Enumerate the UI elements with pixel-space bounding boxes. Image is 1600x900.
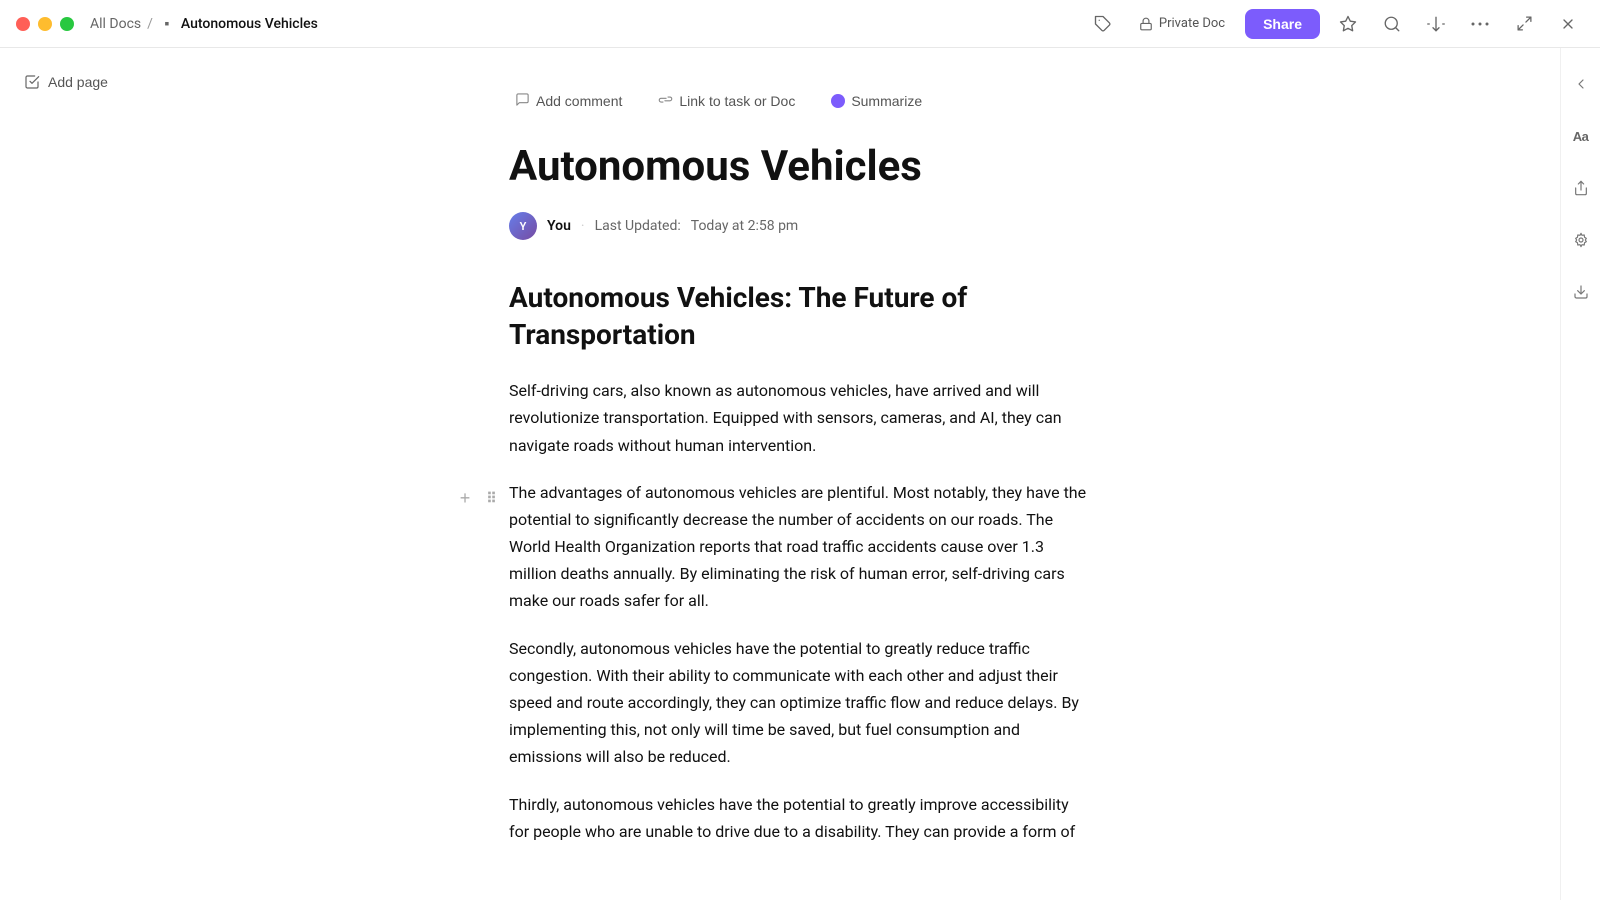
breadcrumb-current-doc: ▪ Autonomous Vehicles [159,16,318,32]
comment-icon [515,92,530,110]
link-icon [658,92,673,110]
avatar: Y [509,212,537,240]
font-size-button[interactable]: Aa [1565,120,1597,152]
meta-separator: · [581,218,585,234]
last-updated-prefix: Last Updated: [595,218,681,234]
doc-icon: ▪ [159,16,175,32]
add-comment-label: Add comment [536,93,622,109]
titlebar: All Docs / ▪ Autonomous Vehicles Private… [0,0,1600,48]
tag-button[interactable] [1087,8,1119,40]
expand-button[interactable] [1508,8,1540,40]
paragraph-2: + ⠿ The advantages of autonomous vehicle… [509,479,1091,615]
add-comment-button[interactable]: Add comment [509,88,628,114]
summarize-dot-icon [831,94,845,108]
content-area: Add comment Link to task or Doc Summariz… [200,48,1560,900]
doc-meta: Y You · Last Updated: Today at 2:58 pm [509,212,1091,240]
search-button[interactable] [1376,8,1408,40]
main-layout: Add page Add comment [0,48,1600,900]
link-task-button[interactable]: Link to task or Doc [652,88,801,114]
add-page-button[interactable]: Add page [16,68,116,96]
link-task-label: Link to task or Doc [679,93,795,109]
titlebar-actions: Private Doc Share [1087,8,1584,40]
add-page-label: Add page [48,74,108,90]
last-updated-value: Today at 2:58 pm [691,218,798,234]
paragraph-1-text: Self-driving cars, also known as autonom… [509,381,1062,454]
doc-title[interactable]: Autonomous Vehicles [509,142,1091,192]
share-button[interactable]: Share [1245,9,1320,39]
breadcrumb: All Docs / ▪ Autonomous Vehicles [90,16,1087,32]
add-block-button[interactable]: + [453,487,477,511]
right-sidebar: Aa [1560,48,1600,900]
close-button[interactable] [1552,8,1584,40]
doc-heading[interactable]: Autonomous Vehicles: The Future of Trans… [509,280,1091,353]
close-window-button[interactable] [16,17,30,31]
paragraph-4-text: Thirdly, autonomous vehicles have the po… [509,795,1075,851]
summarize-label: Summarize [851,93,922,109]
breadcrumb-doc-name: Autonomous Vehicles [181,16,318,32]
collapse-sidebar-button[interactable] [1565,68,1597,100]
private-doc-badge[interactable]: Private Doc [1131,12,1233,35]
drag-handle-button[interactable]: ⠿ [479,487,503,511]
paragraph-3-text: Secondly, autonomous vehicles have the p… [509,639,1079,767]
share-view-button[interactable] [1565,172,1597,204]
left-sidebar: Add page [0,48,200,900]
breadcrumb-parent[interactable]: All Docs [90,16,141,32]
hover-actions: + ⠿ [453,487,503,511]
doc-author: You [547,218,571,234]
settings-button[interactable] [1565,224,1597,256]
star-button[interactable] [1332,8,1364,40]
paragraph-4: Thirdly, autonomous vehicles have the po… [509,791,1091,851]
private-doc-label: Private Doc [1159,16,1225,31]
paragraph-3: Secondly, autonomous vehicles have the p… [509,635,1091,771]
paragraph-1: Self-driving cars, also known as autonom… [509,377,1091,459]
window-controls [16,17,74,31]
export-button[interactable] [1565,276,1597,308]
breadcrumb-separator: / [147,16,153,32]
paragraph-2-text: The advantages of autonomous vehicles ar… [509,483,1086,611]
summarize-button[interactable]: Summarize [825,89,928,113]
more-button[interactable] [1464,8,1496,40]
doc-content: Autonomous Vehicles Y You · Last Updated… [200,142,1400,851]
minimize-window-button[interactable] [38,17,52,31]
maximize-window-button[interactable] [60,17,74,31]
download-button[interactable] [1420,8,1452,40]
toolbar-row: Add comment Link to task or Doc Summariz… [200,88,1560,114]
